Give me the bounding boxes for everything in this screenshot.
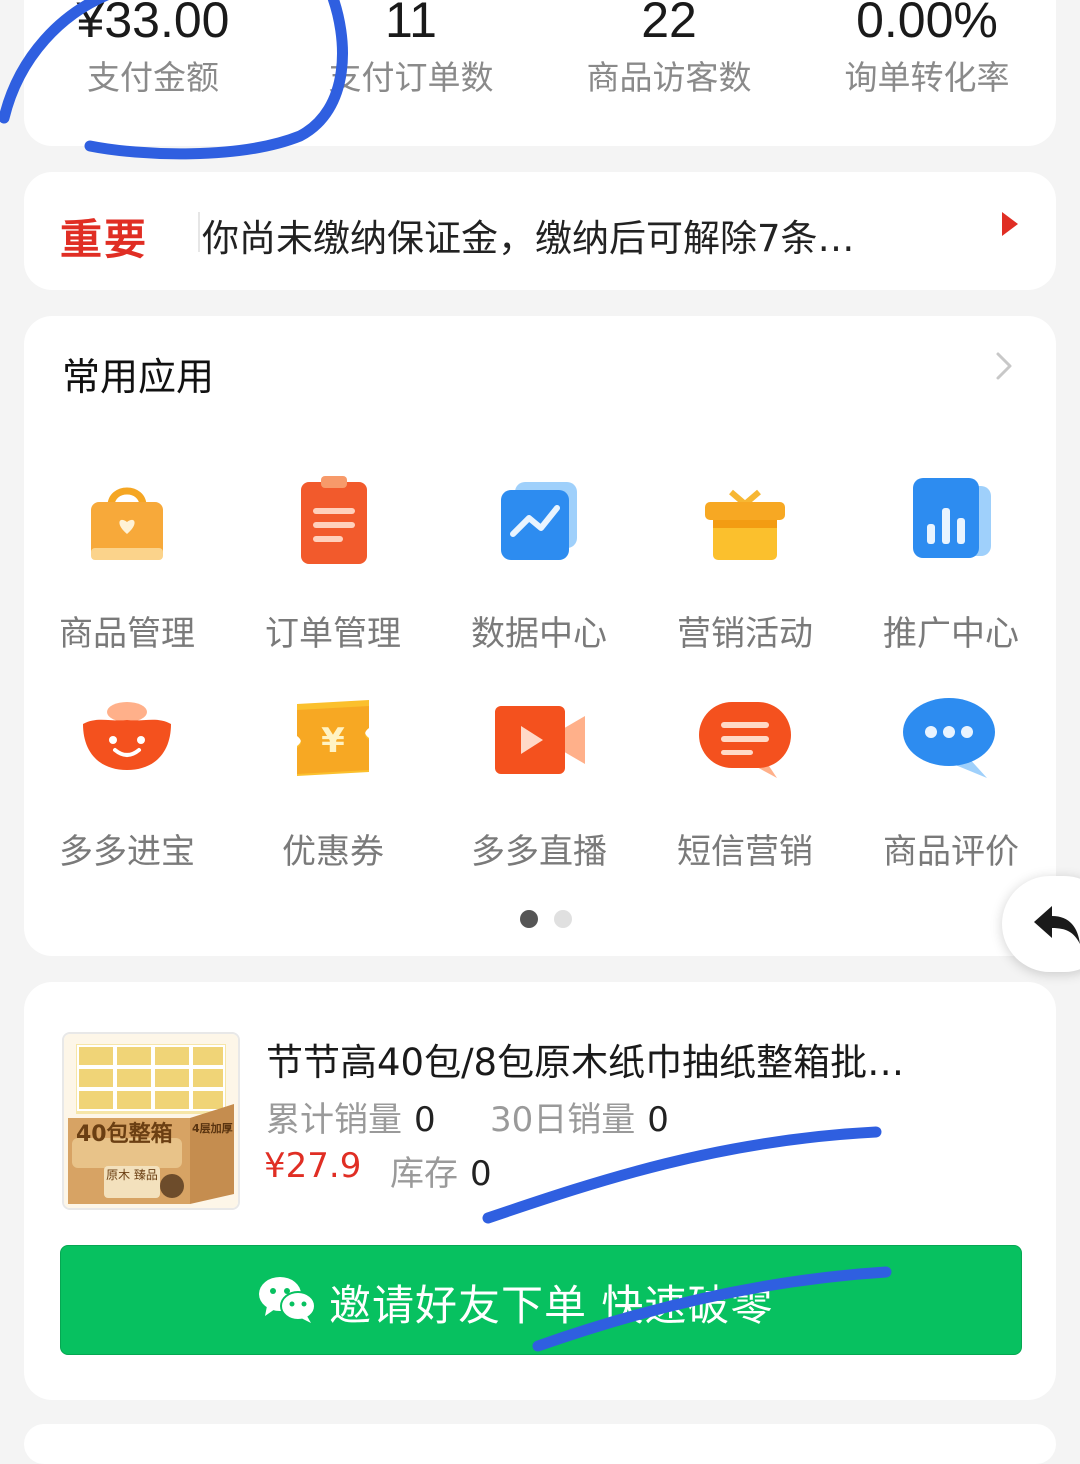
next-card bbox=[24, 1424, 1056, 1464]
app-label: 商品管理 bbox=[59, 614, 195, 654]
app-duoduo-jinbao[interactable]: 多多进宝 bbox=[24, 690, 230, 873]
app-label: 短信营销 bbox=[677, 832, 813, 872]
stat-value: 11 bbox=[385, 0, 437, 48]
app-label: 推广中心 bbox=[883, 614, 1019, 654]
stock-label: 库存 bbox=[390, 1154, 458, 1194]
stat-label: 支付金额 bbox=[87, 58, 219, 97]
line-chart-icon bbox=[489, 472, 589, 572]
important-notice-bar[interactable]: 重要 你尚未缴纳保证金，缴纳后可解除7条… bbox=[24, 172, 1056, 290]
thumbnail-brand-text: 原木 臻品 bbox=[106, 1168, 158, 1182]
sales-30d-label: 30日销量 bbox=[490, 1100, 636, 1140]
total-sales-value: 0 bbox=[414, 1100, 436, 1140]
stat-paid-orders[interactable]: 11 支付订单数 bbox=[282, 0, 540, 100]
coupon-icon: ¥ bbox=[283, 690, 383, 790]
thumbnail-side-text: 4层加厚 bbox=[192, 1122, 233, 1135]
app-label: 多多直播 bbox=[471, 832, 607, 872]
product-price: ¥27.9 bbox=[264, 1146, 362, 1186]
app-label: 优惠券 bbox=[282, 832, 384, 872]
product-title[interactable]: 节节高40包/8包原木纸巾抽纸整箱批… bbox=[266, 1032, 1006, 1086]
chevron-right-icon[interactable] bbox=[994, 350, 1014, 386]
app-product-reviews[interactable]: 商品评价 bbox=[848, 690, 1054, 873]
shopping-bag-icon bbox=[77, 472, 177, 572]
stock: 库存 0 bbox=[390, 1146, 492, 1195]
notice-divider bbox=[198, 212, 200, 252]
stock-value: 0 bbox=[470, 1154, 492, 1194]
app-product-management[interactable]: 商品管理 bbox=[24, 472, 230, 655]
undo-arrow-icon bbox=[1030, 902, 1080, 950]
sms-bubble-icon bbox=[695, 690, 795, 790]
app-label: 多多进宝 bbox=[59, 832, 195, 872]
app-sms-marketing[interactable]: 短信营销 bbox=[642, 690, 848, 873]
thumbnail-badge-text: 40包整箱 bbox=[76, 1122, 173, 1147]
app-promotion-center[interactable]: 推广中心 bbox=[848, 472, 1054, 655]
section-title: 常用应用 bbox=[62, 355, 215, 399]
page-dot[interactable] bbox=[554, 910, 572, 928]
stat-value: ¥33.00 bbox=[76, 0, 230, 48]
app-coupons[interactable]: ¥ 优惠券 bbox=[230, 690, 436, 873]
stat-label: 支付订单数 bbox=[328, 58, 494, 97]
video-camera-icon bbox=[489, 690, 589, 790]
notice-message: 你尚未缴纳保证金，缴纳后可解除7条… bbox=[202, 217, 855, 260]
total-sales-label: 累计销量 bbox=[266, 1100, 402, 1140]
svg-text:¥: ¥ bbox=[321, 721, 345, 761]
stats-card: ¥33.00 支付金额 11 支付订单数 22 商品访客数 0.00% 询单转化… bbox=[24, 0, 1056, 146]
app-label: 订单管理 bbox=[265, 614, 401, 654]
product-thumbnail[interactable]: 40包整箱 4层加厚 原木 臻品 bbox=[62, 1032, 240, 1210]
app-label: 数据中心 bbox=[471, 614, 607, 654]
app-data-center[interactable]: 数据中心 bbox=[436, 472, 642, 655]
stat-value: 22 bbox=[641, 0, 697, 48]
comment-bubble-icon bbox=[901, 690, 1001, 790]
page-indicator bbox=[512, 910, 580, 932]
sales-30d: 30日销量 0 bbox=[490, 1092, 669, 1141]
app-order-management[interactable]: 订单管理 bbox=[230, 472, 436, 655]
invite-friends-button[interactable]: 邀请好友下单 快速破零 bbox=[60, 1245, 1022, 1355]
page-dot-active[interactable] bbox=[520, 910, 538, 928]
clipboard-icon bbox=[283, 472, 383, 572]
stat-label: 商品访客数 bbox=[586, 58, 752, 97]
gift-icon bbox=[695, 472, 795, 572]
wechat-icon bbox=[257, 1274, 317, 1328]
common-apps-card: 常用应用 商品管理 订单管理 数据中心 营销活动 推广中心 多多进宝 ¥ 优惠券… bbox=[24, 316, 1056, 956]
app-label: 商品评价 bbox=[883, 832, 1019, 872]
sales-30d-value: 0 bbox=[647, 1100, 669, 1140]
app-marketing-activity[interactable]: 营销活动 bbox=[642, 472, 848, 655]
invite-button-label: 邀请好友下单 快速破零 bbox=[329, 1281, 774, 1330]
total-sales: 累计销量 0 bbox=[266, 1092, 436, 1141]
stat-value: 0.00% bbox=[856, 0, 998, 48]
gold-ingot-icon bbox=[77, 690, 177, 790]
play-arrow-icon bbox=[1000, 210, 1020, 242]
stat-payment-amount[interactable]: ¥33.00 支付金额 bbox=[24, 0, 282, 100]
app-duoduo-live[interactable]: 多多直播 bbox=[436, 690, 642, 873]
bar-chart-icon bbox=[901, 472, 1001, 572]
notice-tag: 重要 bbox=[60, 215, 149, 264]
app-label: 营销活动 bbox=[677, 614, 813, 654]
product-card: 40包整箱 4层加厚 原木 臻品 节节高40包/8包原木纸巾抽纸整箱批… 累计销… bbox=[24, 982, 1056, 1400]
stat-label: 询单转化率 bbox=[844, 58, 1010, 97]
stat-inquiry-conversion[interactable]: 0.00% 询单转化率 bbox=[798, 0, 1056, 100]
stat-product-visitors[interactable]: 22 商品访客数 bbox=[540, 0, 798, 100]
